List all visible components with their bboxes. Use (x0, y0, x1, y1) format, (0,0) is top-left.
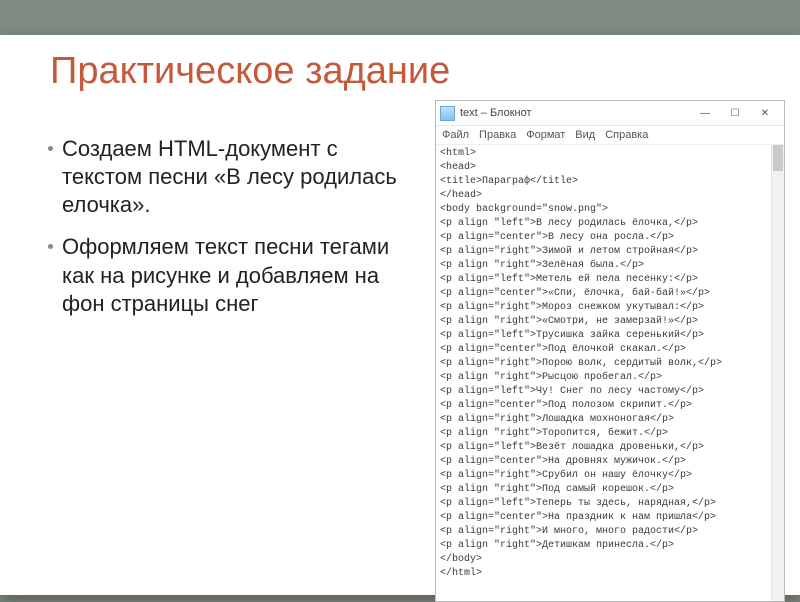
code-line: <p align "right">Детишкам принесла.</p> (440, 539, 768, 553)
code-line: <p align="center">На дровнях мужичок.</p… (440, 455, 768, 469)
code-line: <p align="center">В лесу она росла.</p> (440, 231, 768, 245)
list-item: Создаем HTML-документ с текстом песни «В… (48, 135, 418, 219)
code-line: <p align="right">И много, много радости<… (440, 525, 768, 539)
code-line: <p align="right">Мороз снежком укутывал:… (440, 301, 768, 315)
code-line: </body> (440, 553, 768, 567)
code-line: <p align="left">Везёт лошадка дровеньки,… (440, 441, 768, 455)
page-title: Практическое задание (50, 50, 450, 93)
menu-file[interactable]: Файл (442, 129, 469, 141)
notepad-window: text – Блокнот — ☐ ✕ Файл Правка Формат … (435, 100, 785, 602)
code-line: <p align "right">Зелёная была.</p> (440, 259, 768, 273)
code-line: <p align="center">Под ёлочкой скакал.</p… (440, 343, 768, 357)
notepad-title-text: text – Блокнот (460, 107, 532, 119)
code-line: <p align="center">На праздник к нам приш… (440, 511, 768, 525)
list-item: Оформляем текст песни тегами как на рису… (48, 233, 418, 317)
code-line: <p align="right">Лошадка мохноногая</p> (440, 413, 768, 427)
code-line: <p align="right">Срубил он нашу ёлочку</… (440, 469, 768, 483)
slide: Практическое задание Создаем HTML-докуме… (0, 35, 800, 595)
notepad-menu: Файл Правка Формат Вид Справка (436, 126, 784, 145)
menu-help[interactable]: Справка (605, 129, 648, 141)
notepad-app-icon (440, 106, 455, 121)
code-line: <p align "right">Под самый корешок.</p> (440, 483, 768, 497)
code-line: <p align "right">Рысцою пробегал.</p> (440, 371, 768, 385)
code-line: <p align="center">«Спи, ёлочка, бай-бай!… (440, 287, 768, 301)
close-button[interactable]: ✕ (750, 103, 780, 123)
menu-edit[interactable]: Правка (479, 129, 516, 141)
maximize-button[interactable]: ☐ (720, 103, 750, 123)
scrollbar-thumb[interactable] (773, 145, 783, 171)
bullet-list: Создаем HTML-документ с текстом песни «В… (48, 135, 418, 332)
menu-format[interactable]: Формат (526, 129, 565, 141)
minimize-button[interactable]: — (690, 103, 720, 123)
code-line: <p align="left">Теперь ты здесь, нарядна… (440, 497, 768, 511)
code-line: <title>Параграф</title> (440, 175, 768, 189)
code-line: <p align="left">Метель ей пела песенку:<… (440, 273, 768, 287)
vertical-scrollbar[interactable] (771, 145, 784, 601)
code-line: </html> (440, 567, 768, 581)
code-line: <head> (440, 161, 768, 175)
code-line: <p align="right">Порою волк, сердитый во… (440, 357, 768, 371)
code-line: <p align "right">Торопится, бежит.</p> (440, 427, 768, 441)
notepad-titlebar: text – Блокнот — ☐ ✕ (436, 101, 784, 126)
code-line: <body background="snow.png"> (440, 203, 768, 217)
code-line: <p align="left">Чу! Снег по лесу частому… (440, 385, 768, 399)
notepad-editor[interactable]: <html><head><title>Параграф</title></hea… (436, 145, 772, 601)
menu-view[interactable]: Вид (575, 129, 595, 141)
code-line: </head> (440, 189, 768, 203)
code-line: <p align "left">В лесу родилась ёлочка,<… (440, 217, 768, 231)
code-line: <p align="left">Трусишка зайка серенький… (440, 329, 768, 343)
code-line: <p align="center">Под полозом скрипит.</… (440, 399, 768, 413)
code-line: <p align="right">Зимой и летом стройная<… (440, 245, 768, 259)
code-line: <p align "right">«Смотри, не замерзай!»<… (440, 315, 768, 329)
code-line: <html> (440, 147, 768, 161)
